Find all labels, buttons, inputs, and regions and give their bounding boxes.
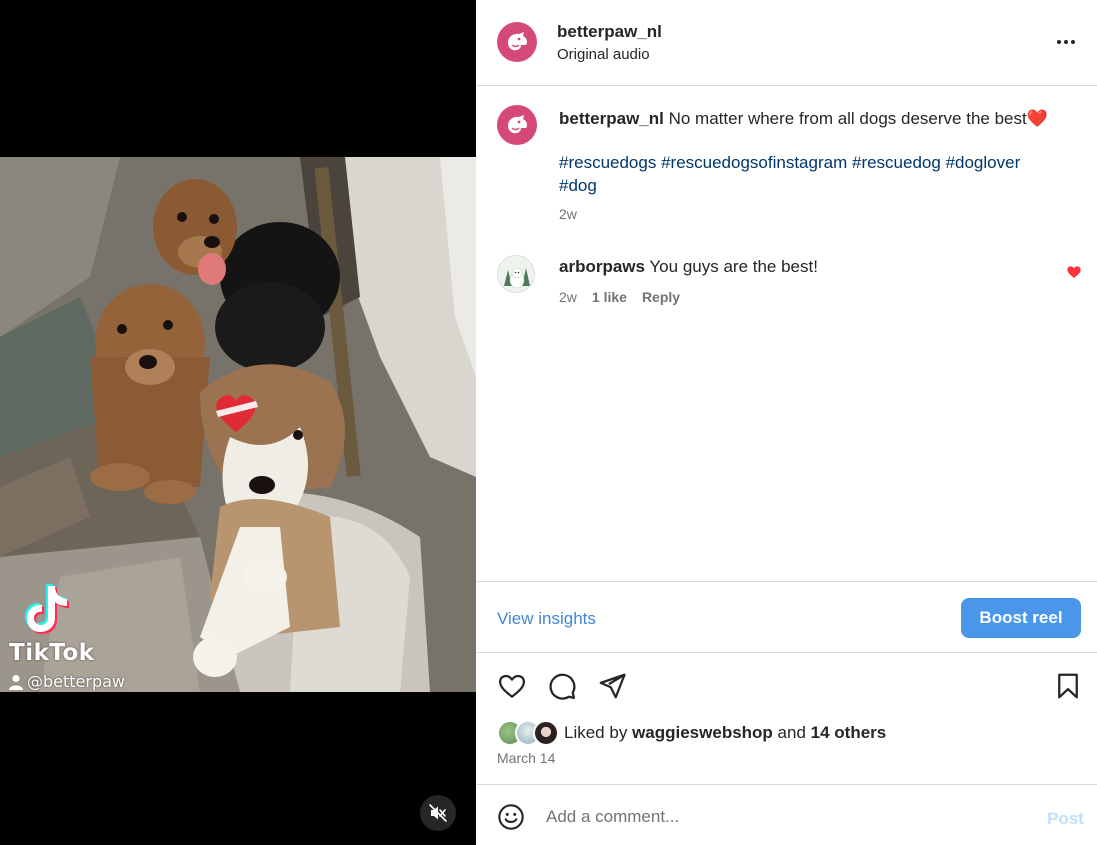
author-username[interactable]: betterpaw_nl [557,22,662,42]
bookmark-icon[interactable] [1053,671,1083,701]
hashtag-link[interactable]: #rescuedogsofinstagram [661,153,847,172]
view-insights-link[interactable]: View insights [497,609,596,629]
tiktok-logo-icon [25,584,69,634]
liked-by-text: Liked by waggieswebshop and 14 others [564,723,886,743]
tree-dog-avatar-icon [498,256,534,292]
insights-bar: View insights Boost reel [476,581,1097,653]
liked-by-joiner: and [777,723,806,742]
hashtag-link[interactable]: #rescuedog [852,153,941,172]
post-comment-button[interactable]: Post [1047,809,1084,829]
mute-button[interactable] [420,795,456,831]
caption-author-avatar[interactable] [497,105,537,145]
caption-text: betterpaw_nl No matter where from all do… [559,107,1069,130]
comment-bubble-icon[interactable] [547,671,577,701]
caption-username[interactable]: betterpaw_nl [559,109,664,128]
tiktok-handle-text: @betterpaw [27,672,126,691]
top-liker-username[interactable]: waggieswebshop [632,723,773,742]
liker-avatar [533,720,559,746]
comment-input[interactable] [546,805,1026,829]
heart-icon[interactable] [497,671,527,701]
tiktok-watermark-brand: TikTok [9,640,95,666]
tiktok-watermark-handle: @betterpaw [9,672,125,691]
liked-by-prefix: Liked by [564,723,628,742]
others-likes-link[interactable]: 14 others [811,723,887,742]
post-date[interactable]: March 14 [497,750,555,766]
hashtag-link[interactable]: #dog [559,176,597,195]
post-header: betterpaw_nl Original audio [476,0,1097,86]
comment-text: arborpaws You guys are the best! [559,256,818,278]
caption-body: No matter where from all dogs deserve th… [668,109,1027,128]
caption-timestamp[interactable]: 2w [559,206,577,222]
audio-label[interactable]: Original audio [557,46,650,63]
hashtag-link[interactable]: #doglover [946,153,1021,172]
dog-logo-icon [508,115,527,134]
more-options-icon[interactable] [1054,30,1078,54]
hashtag-list: #rescuedogs #rescuedogsofinstagram #resc… [559,151,1069,197]
comment-likes-count[interactable]: 1 like [592,289,627,305]
comment-body: You guys are the best! [649,257,818,276]
commenter-avatar[interactable] [497,255,535,293]
post-sidebar: betterpaw_nl Original audio betterpaw_nl… [476,0,1097,845]
heart-filled-icon[interactable] [1066,264,1082,280]
comment-composer: Post [476,784,1097,845]
comment-meta: 2w 1 like Reply [559,289,680,305]
liker-avatars[interactable] [497,720,561,748]
reply-button[interactable]: Reply [642,289,680,305]
commenter-username[interactable]: arborpaws [559,257,645,276]
speaker-muted-icon [429,804,447,822]
share-paper-plane-icon[interactable] [597,671,627,701]
emoji-smiley-icon[interactable] [497,803,525,831]
boost-reel-button[interactable]: Boost reel [961,598,1081,638]
person-icon [9,674,23,690]
heart-emoji: ❤️ [1026,109,1048,128]
author-avatar[interactable] [497,22,537,62]
comment-timestamp[interactable]: 2w [559,289,577,305]
dog-logo-icon [508,32,527,51]
hashtag-link[interactable]: #rescuedogs [559,153,656,172]
reel-media[interactable]: TikTok @betterpaw [0,0,476,845]
